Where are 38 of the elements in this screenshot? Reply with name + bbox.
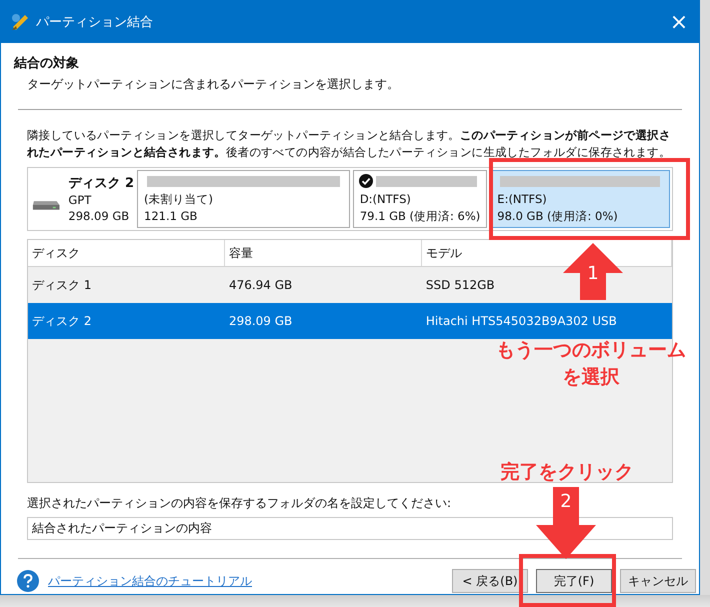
annotation-text: もう一つのボリュームを選択 (495, 338, 687, 390)
partition-block[interactable]: E:(NTFS) 98.0 GB (使用済: 0%) (490, 170, 670, 228)
dialog-button[interactable]: 完了(F) (536, 569, 612, 593)
annotation-text: 完了をクリック (500, 460, 634, 485)
tutorial-link[interactable]: パーティション結合のチュートリアル (48, 572, 252, 590)
partition-size: 98.0 GB (使用済: 0%) (497, 208, 619, 225)
section-title: 結合の対象 (14, 54, 79, 72)
table-cell-text: Hitachi HTS545032B9A302 USB (424, 314, 618, 328)
disk-name: ディスク 2 (68, 175, 134, 192)
partition-block[interactable]: (未割り当て) 121.1 GB (137, 170, 350, 228)
app-icon (10, 12, 30, 32)
disk-style: GPT (68, 192, 92, 208)
help-icon (17, 570, 39, 592)
partition-label: E:(NTFS) (497, 191, 548, 208)
table-cell-text: ディスク 1 (31, 276, 92, 294)
table-cell-text: 298.09 GB (228, 314, 294, 328)
dialog-button[interactable]: < 戻る(B) (452, 569, 528, 593)
table-cell-text: SSD 512GB (424, 278, 496, 292)
partition-size: 79.1 GB (使用済: 6%) (360, 208, 480, 225)
partition-block[interactable]: D:(NTFS) 79.1 GB (使用済: 6%) (352, 170, 488, 228)
disk-size: 298.09 GB (68, 208, 130, 224)
section-subtitle: ターゲットパーティションに含まれるパーティションを選択します。 (27, 76, 399, 93)
up-arrow-icon (563, 243, 623, 300)
description-text: 隣接しているパーティションを選択してターゲットパーティションと結合します。このパーティションが前ページで選択されたパーティションと結合されます。後者のすべての内容が結合したパーティションに生成したフォルダに保存されます。 (27, 127, 672, 161)
step-number: 2 (559, 491, 573, 512)
column-header: 容量 (225, 240, 422, 266)
partition-label: (未割り当て) (144, 191, 214, 208)
table-cell-text: 476.94 GB (228, 278, 294, 292)
window-title: パーティション結合 (36, 14, 154, 31)
close-button[interactable]: × (661, 4, 697, 40)
partition-size: 121.1 GB (144, 208, 198, 225)
folder-name-field[interactable]: 結合されたパーティションの内容 (27, 517, 673, 540)
column-header: ディスク (28, 240, 226, 266)
folder-name-label: 選択されたパーティションの内容を保存するフォルダの名を設定してください: (27, 495, 452, 512)
dialog-button[interactable]: キャンセル (620, 569, 696, 593)
table-row[interactable]: ディスク 2 298.09 GB Hitachi HTS545032B9A302 USB (28, 303, 672, 339)
partition-label: D:(NTFS) (360, 191, 412, 208)
table-cell-text: ディスク 2 (31, 312, 92, 330)
